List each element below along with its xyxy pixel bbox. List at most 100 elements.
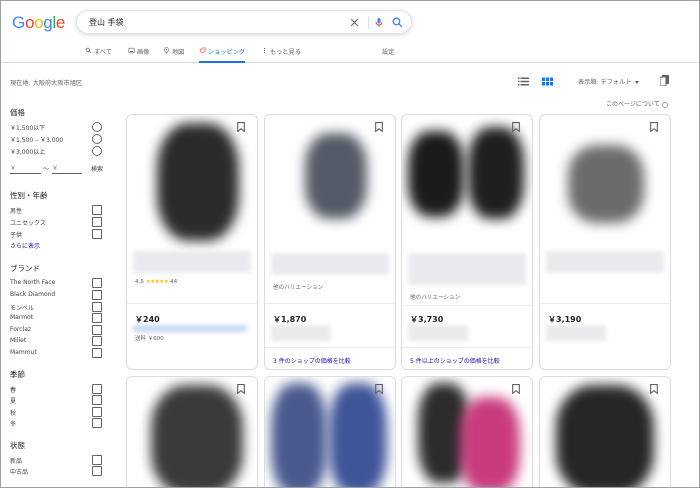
sort-dropdown[interactable]: 表示順: デフォルト <box>578 77 639 86</box>
checkbox[interactable] <box>92 290 102 300</box>
brand-option[interactable]: The North Face <box>10 278 104 288</box>
bookmark-icon[interactable] <box>512 122 520 132</box>
checkbox[interactable] <box>92 325 102 335</box>
product-image[interactable] <box>468 127 524 219</box>
option-label: ￥1,500 – ￥3,000 <box>10 137 64 144</box>
season-option[interactable]: 春 <box>10 384 104 394</box>
merchant-blurred <box>271 325 331 341</box>
tab-more[interactable]: もっと見る <box>261 47 301 63</box>
search-input[interactable] <box>89 15 329 30</box>
price-option[interactable]: ￥3,000以上 <box>10 146 104 156</box>
gender-option[interactable]: 子供 <box>10 229 104 239</box>
product-image[interactable] <box>460 397 520 487</box>
radio[interactable] <box>92 122 102 132</box>
product-price: ￥3,190 <box>548 315 582 324</box>
search-icon[interactable] <box>391 16 404 29</box>
option-label: 中古品 <box>10 469 29 476</box>
product-card[interactable]: 4.5 ★★★★★ 44 ￥240 送料 ￥600 <box>126 114 258 370</box>
bookmark-icon[interactable] <box>512 384 520 394</box>
tab-shopping[interactable]: ショッピング <box>199 47 246 63</box>
google-logo[interactable]: Google <box>12 13 65 33</box>
season-option[interactable]: 冬 <box>10 418 104 428</box>
bookmark-icon[interactable] <box>375 122 383 132</box>
gender-option[interactable]: 男性 <box>10 205 104 215</box>
product-card[interactable]: 他のバリエーション ￥1,870 3 件のショップの価格を比較 <box>264 114 396 370</box>
checkbox[interactable] <box>92 336 102 346</box>
checkbox[interactable] <box>92 348 102 358</box>
checkbox[interactable] <box>92 302 102 312</box>
checkbox[interactable] <box>92 313 102 323</box>
checkbox[interactable] <box>92 395 102 405</box>
condition-option[interactable]: 新品 <box>10 455 104 465</box>
price-search-button[interactable]: 検索 <box>91 164 103 173</box>
about-this-page[interactable]: このページについて <box>606 99 668 108</box>
search-icon <box>85 47 92 54</box>
gender-option[interactable]: ユニセックス <box>10 217 104 227</box>
product-image[interactable] <box>408 131 464 217</box>
product-image[interactable] <box>151 385 243 487</box>
brand-option[interactable]: モンベル <box>10 302 104 312</box>
map-pin-icon <box>164 47 169 54</box>
product-image[interactable] <box>271 383 327 487</box>
brand-option[interactable]: Mammut <box>10 348 104 358</box>
checkbox[interactable] <box>92 384 102 394</box>
brand-option[interactable]: Marmot <box>10 313 104 323</box>
product-image[interactable] <box>329 383 387 487</box>
compare-prices-link[interactable]: 5 件以上のショップの価格を比較 <box>410 356 500 365</box>
clear-icon[interactable] <box>348 16 361 29</box>
product-image[interactable] <box>305 133 367 219</box>
show-more-link[interactable]: さらに表示 <box>10 241 40 250</box>
season-option[interactable]: 秋 <box>10 407 104 417</box>
rating: 4.5 ★★★★★ 44 <box>135 279 177 285</box>
condition-option[interactable]: 中古品 <box>10 466 104 476</box>
product-image[interactable] <box>157 123 239 241</box>
mic-icon[interactable] <box>373 16 385 29</box>
product-image[interactable] <box>556 385 654 487</box>
bookmark-icon[interactable] <box>375 384 383 394</box>
product-card[interactable] <box>126 376 258 487</box>
bookmark-icon[interactable] <box>237 384 245 394</box>
checkbox[interactable] <box>92 455 102 465</box>
filter-title-gender: 性別・年齢 <box>10 191 48 200</box>
option-label: 夏 <box>10 398 17 405</box>
compare-prices-link[interactable]: 3 件のショップの価格を比較 <box>273 356 351 365</box>
product-card[interactable] <box>264 376 396 487</box>
max-price-input[interactable] <box>52 163 82 174</box>
product-title-blurred <box>546 251 664 273</box>
checkbox[interactable] <box>92 418 102 428</box>
tab-images[interactable]: 画像 <box>128 47 149 63</box>
bookmark-icon[interactable] <box>237 122 245 132</box>
product-card[interactable]: 他のバリエーション ￥3,730 5 件以上のショップの価格を比較 <box>401 114 533 370</box>
tab-maps[interactable]: 地図 <box>163 47 184 63</box>
radio[interactable] <box>92 134 102 144</box>
review-count: 44 <box>170 279 178 285</box>
brand-option[interactable]: Millet <box>10 336 104 346</box>
season-option[interactable]: 夏 <box>10 395 104 405</box>
variation-label: 他のバリエーション <box>273 285 324 291</box>
tab-all[interactable]: すべて <box>85 47 112 63</box>
list-view-icon[interactable] <box>518 77 529 86</box>
checkbox[interactable] <box>92 278 102 288</box>
min-price-input[interactable] <box>10 163 41 174</box>
compare-list-icon[interactable] <box>660 75 669 86</box>
product-image[interactable] <box>568 145 644 223</box>
price-option[interactable]: ￥1,500 – ￥3,000 <box>10 134 104 144</box>
price-option[interactable]: ￥1,500以下 <box>10 122 104 132</box>
option-label: 秋 <box>10 410 17 417</box>
search-box[interactable] <box>76 10 412 34</box>
brand-option[interactable]: Black Diamond <box>10 290 104 300</box>
product-card[interactable] <box>401 376 533 487</box>
checkbox[interactable] <box>92 466 102 476</box>
checkbox[interactable] <box>92 407 102 417</box>
grid-view-icon[interactable] <box>542 77 553 86</box>
radio[interactable] <box>92 146 102 156</box>
product-card[interactable] <box>539 376 671 487</box>
bookmark-icon[interactable] <box>650 122 658 132</box>
brand-option[interactable]: Forclaz <box>10 325 104 335</box>
checkbox[interactable] <box>92 217 102 227</box>
checkbox[interactable] <box>92 205 102 215</box>
settings-link[interactable]: 設定 <box>382 47 394 56</box>
product-card[interactable]: ￥3,190 <box>539 114 671 370</box>
bookmark-icon[interactable] <box>650 384 658 394</box>
checkbox[interactable] <box>92 229 102 239</box>
